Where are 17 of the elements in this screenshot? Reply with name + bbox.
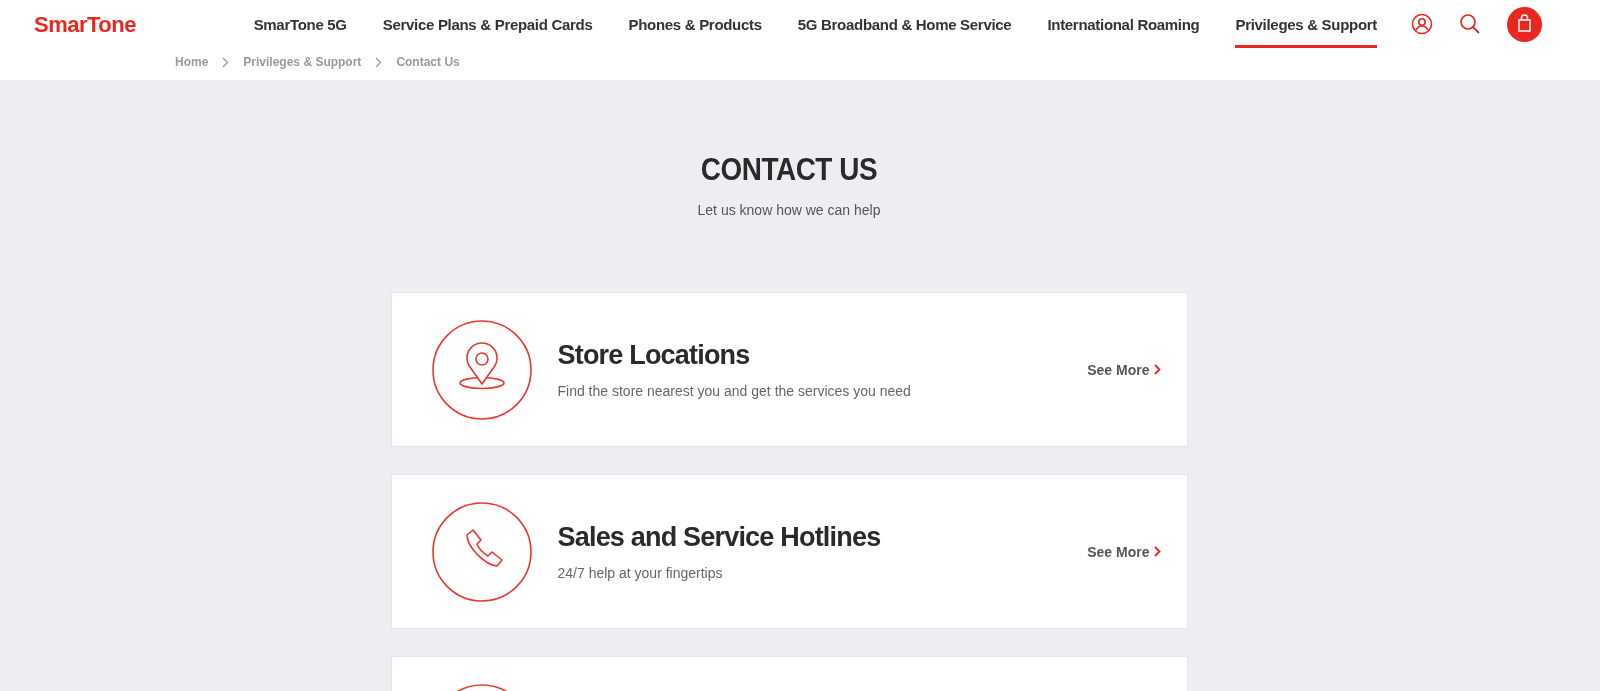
see-more-link[interactable]: See More [1087,361,1161,378]
card-description: 24/7 help at your fingertips [557,565,724,581]
card-title: Store Locations [557,340,751,371]
card-description: Find the store nearest you and get the services you need [557,383,912,399]
nav-link[interactable]: SmarTone 5G [253,0,347,48]
page-title: CONTACT US [700,152,878,188]
nav-link[interactable]: 5G Broadband & Home Service [797,0,1012,48]
nav-link[interactable]: International Roaming [1047,0,1200,48]
nav-link[interactable]: Phones & Products [628,0,762,48]
nav-link[interactable]: Privileges & Support [1235,0,1377,48]
contact-card[interactable]: Store Locations Find the store nearest you and get the services you need See More [390,292,1188,447]
page-subtitle: Let us know how we can help [697,202,881,218]
see-more-link[interactable]: See More [1087,543,1161,560]
nav-link[interactable]: Service Plans & Prepaid Cards [382,0,593,48]
card-title: Sales and Service Hotlines [557,522,882,553]
contact-card[interactable]: Sales and Service Hotlines 24/7 help at your fingertips See More [390,474,1188,629]
logo[interactable]: SmarTone [34,10,136,38]
